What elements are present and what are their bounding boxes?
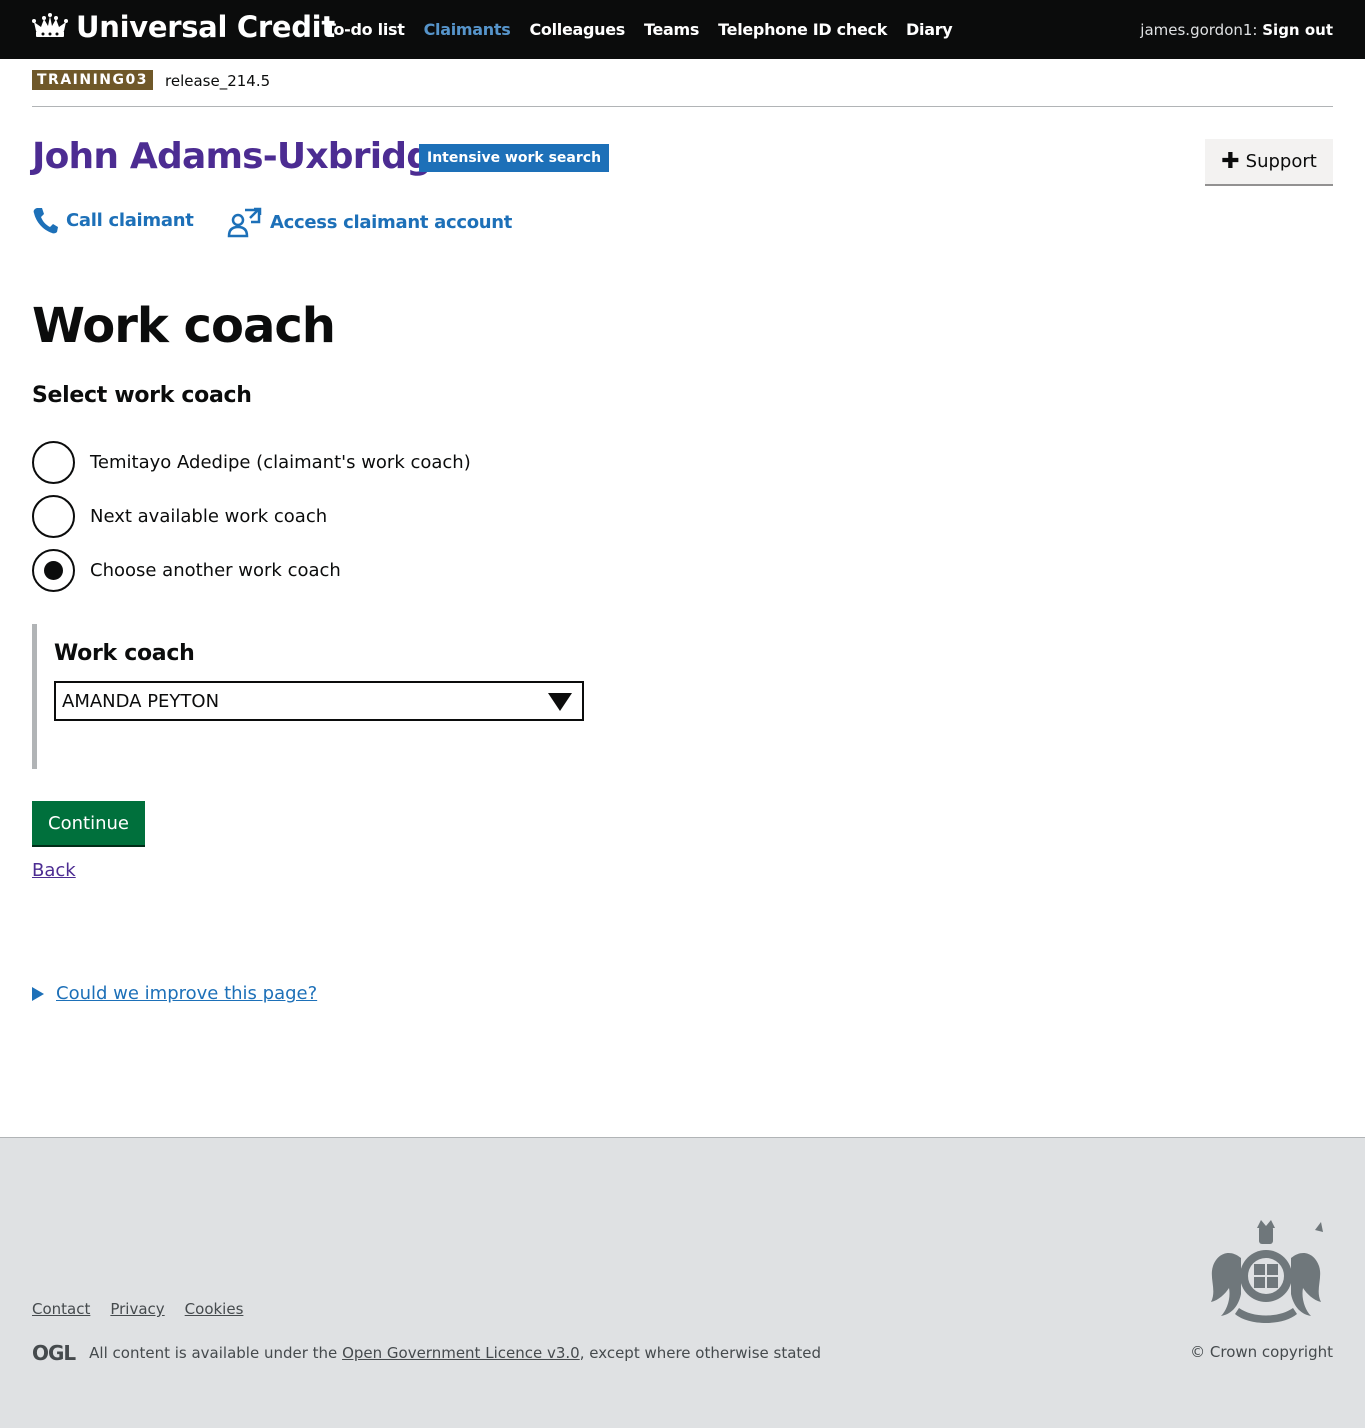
continue-button[interactable]: Continue: [32, 801, 145, 845]
support-button[interactable]: ✚ Support: [1205, 139, 1333, 184]
footer: Contact Privacy Cookies OGL All content …: [0, 1137, 1365, 1428]
phase-banner: TRAINING03 release_214.5: [32, 70, 1333, 107]
plus-icon: ✚: [1221, 149, 1240, 174]
primary-nav: To-do list Claimants Colleagues Teams Te…: [325, 20, 971, 39]
radio-label: Temitayo Adedipe (claimant's work coach): [90, 452, 471, 473]
account-access-icon: [227, 207, 262, 238]
service-title: Universal Credit: [76, 10, 335, 44]
user-info: james.gordon1: Sign out: [1140, 21, 1333, 39]
radio-label: Next available work coach: [90, 506, 328, 527]
radio-button-selected[interactable]: [32, 549, 75, 592]
nav-item-telephone-id-check[interactable]: Telephone ID check: [718, 20, 887, 39]
work-coach-selected-value: AMANDA PEYTON: [62, 691, 220, 712]
licence-prefix: All content is available under the: [89, 1344, 338, 1362]
service-brand[interactable]: Universal Credit: [32, 10, 335, 44]
footer-link-privacy[interactable]: Privacy: [110, 1300, 164, 1318]
conditional-reveal: Work coach AMANDA PEYTON: [32, 624, 592, 769]
licence-suffix: , except where otherwise stated: [579, 1344, 822, 1362]
call-claimant-label: Call claimant: [66, 209, 194, 231]
improve-page-link[interactable]: Could we improve this page?: [56, 983, 317, 1004]
claimant-name: John Adams-Uxbridge: [32, 136, 456, 177]
radio-button[interactable]: [32, 441, 75, 484]
back-link[interactable]: Back: [32, 860, 76, 881]
radio-next-available-work-coach[interactable]: Next available work coach: [32, 495, 327, 538]
crown-icon: [32, 13, 68, 37]
dropdown-arrow-icon: [548, 693, 572, 711]
work-coach-select[interactable]: AMANDA PEYTON: [54, 681, 584, 721]
call-claimant-link[interactable]: Call claimant: [32, 206, 194, 234]
open-government-licence-link[interactable]: Open Government Licence v3.0: [342, 1344, 580, 1362]
radio-choose-another-work-coach[interactable]: Choose another work coach: [32, 549, 341, 592]
fieldset-legend: Select work coach: [32, 383, 252, 408]
nav-item-teams[interactable]: Teams: [644, 20, 699, 39]
nav-item-to-do-list[interactable]: To-do list: [325, 20, 405, 39]
radio-claimants-work-coach[interactable]: Temitayo Adedipe (claimant's work coach): [32, 441, 471, 484]
nav-item-colleagues[interactable]: Colleagues: [529, 20, 625, 39]
global-header: Universal Credit To-do list Claimants Co…: [0, 0, 1365, 59]
sign-out-link[interactable]: Sign out: [1262, 21, 1333, 39]
feedback-disclosure[interactable]: Could we improve this page?: [32, 983, 317, 1004]
support-button-label: Support: [1245, 151, 1317, 172]
nav-item-diary[interactable]: Diary: [906, 20, 953, 39]
access-claimant-account-label: Access claimant account: [270, 211, 513, 233]
footer-link-contact[interactable]: Contact: [32, 1300, 90, 1318]
footer-links: Contact Privacy Cookies: [32, 1300, 263, 1318]
release-version: release_214.5: [165, 72, 271, 90]
crown-copyright[interactable]: © Crown copyright: [1190, 1343, 1333, 1361]
work-coach-label: Work coach: [54, 641, 195, 666]
disclosure-triangle-icon: [32, 986, 44, 1001]
radio-button[interactable]: [32, 495, 75, 538]
regime-tag: Intensive work search: [419, 144, 610, 172]
page-title: Work coach: [32, 298, 336, 354]
nav-item-claimants[interactable]: Claimants: [424, 20, 511, 39]
phone-icon: [33, 208, 58, 234]
environment-tag: TRAINING03: [32, 70, 153, 90]
access-claimant-account-link[interactable]: Access claimant account: [226, 206, 512, 238]
radio-label: Choose another work coach: [90, 560, 341, 581]
username: james.gordon1:: [1140, 21, 1258, 39]
footer-link-cookies[interactable]: Cookies: [185, 1300, 244, 1318]
ogl-logo: OGL: [32, 1341, 76, 1365]
radio-selected-dot: [44, 561, 63, 580]
royal-coat-of-arms: [1211, 1220, 1323, 1323]
licence-statement: OGL All content is available under the O…: [32, 1341, 821, 1365]
